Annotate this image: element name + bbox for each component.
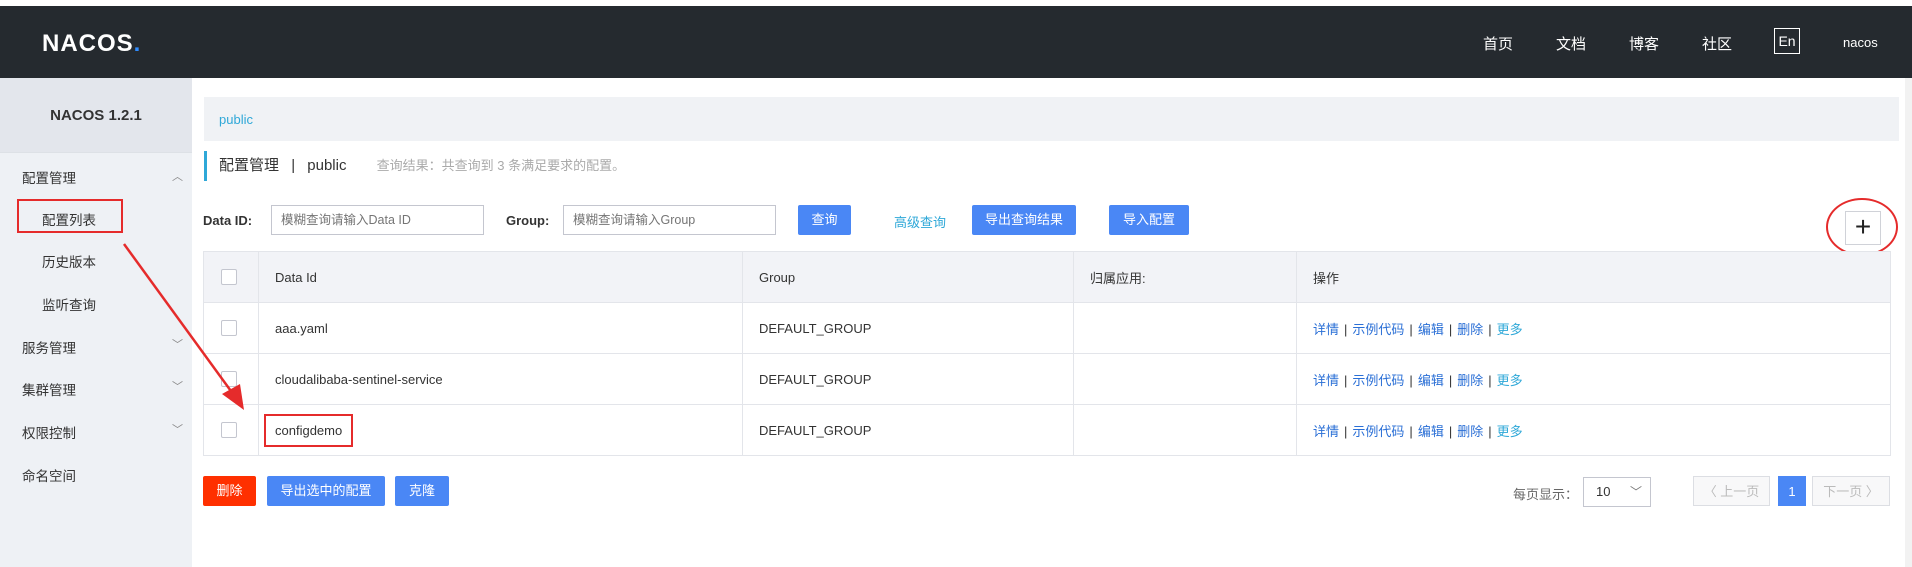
clone-button[interactable]: 克隆 [395,476,449,506]
chevron-down-icon: ﹀ [1629,485,1642,499]
vertical-scrollbar[interactable] [1905,78,1912,567]
page-size-label: 每页显示： [1513,487,1579,502]
prev-page-button[interactable]: 〈 上一页 [1693,476,1770,506]
next-page-button[interactable]: 下一页 〉 [1812,476,1890,506]
page-size-value: 10 [1596,484,1611,499]
page-size-select[interactable]: 10 ﹀ [1583,477,1651,507]
page-1-button[interactable]: 1 [1778,476,1806,506]
export-selected-button[interactable]: 导出选中的配置 [267,476,385,506]
batch-delete-button[interactable]: 删除 [203,476,256,506]
